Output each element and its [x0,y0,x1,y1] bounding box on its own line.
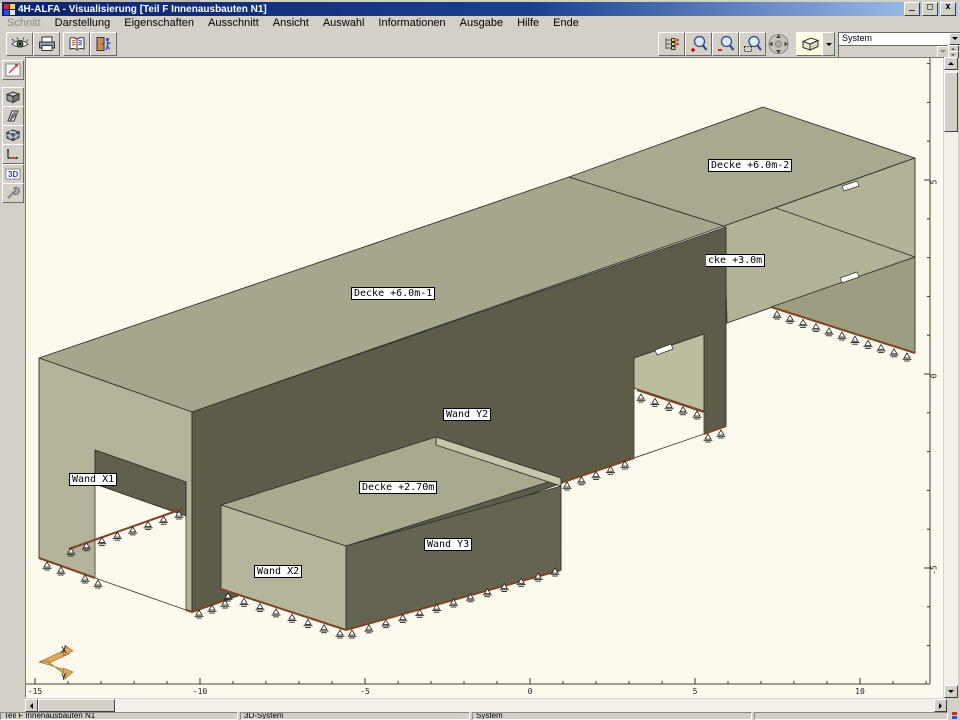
scene-3d: -15 -10 -5 0 5 10 5 0 -5 X Y [26,58,942,697]
label-decke-6m-2: Decke +6.0m-2 [708,159,792,172]
maximize-button[interactable]: □ [922,2,938,16]
3d-mode-icon: 3D [5,167,21,181]
view-mode-value: System [842,33,872,43]
menu-bar: Schnitt Darstellung Eigenschaften Aussch… [2,16,960,30]
menu-ansicht[interactable]: Ansicht [273,17,309,29]
view-3d-dropdown[interactable] [822,32,835,56]
book-icon [68,36,86,52]
status-mode: 3D-System [240,712,470,720]
scroll-up-button[interactable] [944,57,958,70]
menu-schnitt: Schnitt [7,17,41,29]
solid-view-icon [5,90,21,104]
axis-y-label: Y [61,673,67,683]
zoom-in-icon [689,35,708,53]
view-3d-button[interactable] [796,32,823,56]
axis-x-label: X [61,646,67,656]
vertical-scrollbar[interactable] [944,57,958,698]
menu-ende[interactable]: Ende [553,17,579,29]
zoom-out-button[interactable] [712,32,739,56]
vertical-scroll-thumb[interactable] [944,72,958,132]
label-decke-6m-1: Decke +6.0m-1 [351,287,435,300]
svg-text:-10: -10 [193,687,208,696]
solid-view-button[interactable] [2,87,24,107]
left-tool-rail: 3D [0,57,25,698]
svg-text:3D: 3D [8,170,18,179]
pan-pad-icon [765,32,792,56]
minimize-button[interactable]: _ [904,2,920,16]
print-button[interactable] [33,32,60,56]
svg-text:5: 5 [693,687,698,696]
draw-icon [5,63,21,77]
horizontal-scrollbar[interactable] [25,699,947,712]
zoom-window-button[interactable] [739,32,766,56]
label-wand-y3: Wand Y3 [424,538,472,551]
svg-text:0: 0 [528,687,533,696]
pan-button[interactable] [765,32,792,56]
mesh-view-icon [5,128,21,142]
menu-eigenschaften[interactable]: Eigenschaften [124,17,194,29]
menu-auswahl[interactable]: Auswahl [323,17,365,29]
label-wand-x1: Wand X1 [69,473,117,486]
svg-text:-15: -15 [28,687,43,696]
status-extra [754,712,948,720]
label-decke-3m: cke +3.0m [706,254,765,267]
svg-text:-5: -5 [930,565,939,575]
viewport-3d[interactable]: -15 -10 -5 0 5 10 5 0 -5 X Y Decke +6.0m-2 cke +… [25,57,943,698]
structure-tree-button[interactable] [658,32,685,56]
scroll-left-button[interactable] [25,699,38,712]
zoom-out-icon [716,35,735,53]
status-indicator-icon [950,712,960,720]
3d-box-icon [800,36,820,52]
menu-darstellung[interactable]: Darstellung [55,17,111,29]
status-view: System [472,712,752,720]
axis-indicator: X Y [39,645,73,683]
status-bar: Teil F Innenausbauten N1 3D-System Syste… [0,712,960,720]
wrench-icon [5,186,21,200]
svg-text:10: 10 [855,687,865,696]
exit-door-icon [95,36,113,52]
scroll-right-button[interactable] [934,699,947,712]
menu-informationen[interactable]: Informationen [378,17,445,29]
svg-text:0: 0 [930,373,939,378]
label-wand-x2: Wand X2 [254,565,302,578]
app-icon [4,4,15,15]
horizontal-scroll-thumb[interactable] [38,699,115,712]
combo-dropdown-icon[interactable] [949,33,960,45]
tree-view-icon [663,36,681,52]
status-project: Teil F Innenausbauten N1 [0,712,238,720]
scroll-down-button[interactable] [944,685,958,698]
title-bar: 4H-ALFA - Visualisierung [Teil F Innenau… [2,2,958,16]
mode-3d-button[interactable]: 3D [2,164,24,184]
svg-text:5: 5 [930,179,939,184]
menu-hilfe[interactable]: Hilfe [517,17,539,29]
zoom-in-button[interactable] [685,32,712,56]
view-mode-combo[interactable]: System [838,32,960,46]
svg-text:-5: -5 [360,687,370,696]
draw-mode-button[interactable] [2,60,24,80]
axes-icon [5,147,21,161]
view-button[interactable] [6,32,33,56]
axes-button[interactable] [2,144,24,164]
eye-icon [11,36,29,52]
toolbar: System [2,30,958,58]
menu-ausschnitt[interactable]: Ausschnitt [208,17,259,29]
printer-icon [38,36,56,52]
section-hatch-icon [5,109,21,123]
label-wand-y2: Wand Y2 [443,408,491,421]
label-decke-2-70m: Decke +2.70m [359,481,437,494]
close-button[interactable]: x [940,2,956,16]
menu-ausgabe[interactable]: Ausgabe [460,17,503,29]
mesh-view-button[interactable] [2,125,24,145]
section-view-button[interactable] [2,106,24,126]
tools-button[interactable] [2,183,24,203]
window-title: 4H-ALFA - Visualisierung [Teil F Innenau… [18,4,267,15]
exit-button[interactable] [90,32,117,56]
app-window: { "window": { "title": "4H-ALFA - Visual… [0,0,960,720]
zoom-window-icon [743,35,762,53]
manual-button[interactable] [63,32,90,56]
layer-spinner[interactable] [948,45,959,57]
